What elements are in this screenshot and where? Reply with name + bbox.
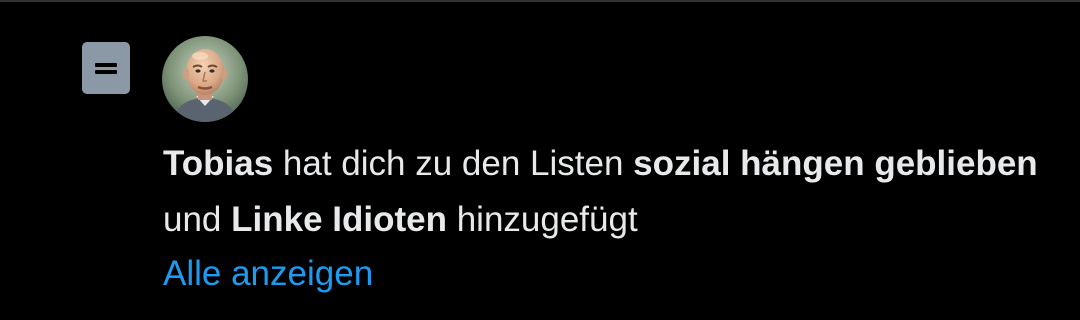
list-added-notification[interactable]: Tobias hat dich zu den Listen sozial hän… [0,2,1080,320]
message-text: hat dich zu den Listen [273,144,634,183]
actor-name[interactable]: Tobias [163,144,273,183]
message-text: hinzugefügt [446,200,638,239]
message-text: und [163,200,232,239]
show-all-link[interactable]: Alle anzeigen [163,246,373,302]
notification-message: Tobias hat dich zu den Listen sozial hän… [163,136,1043,248]
list-icon [82,42,130,94]
user-avatar[interactable] [162,36,248,122]
list-name-sozial[interactable]: sozial hängen geblieben [633,144,1038,183]
list-name-linke[interactable]: Linke Idioten [231,200,447,239]
